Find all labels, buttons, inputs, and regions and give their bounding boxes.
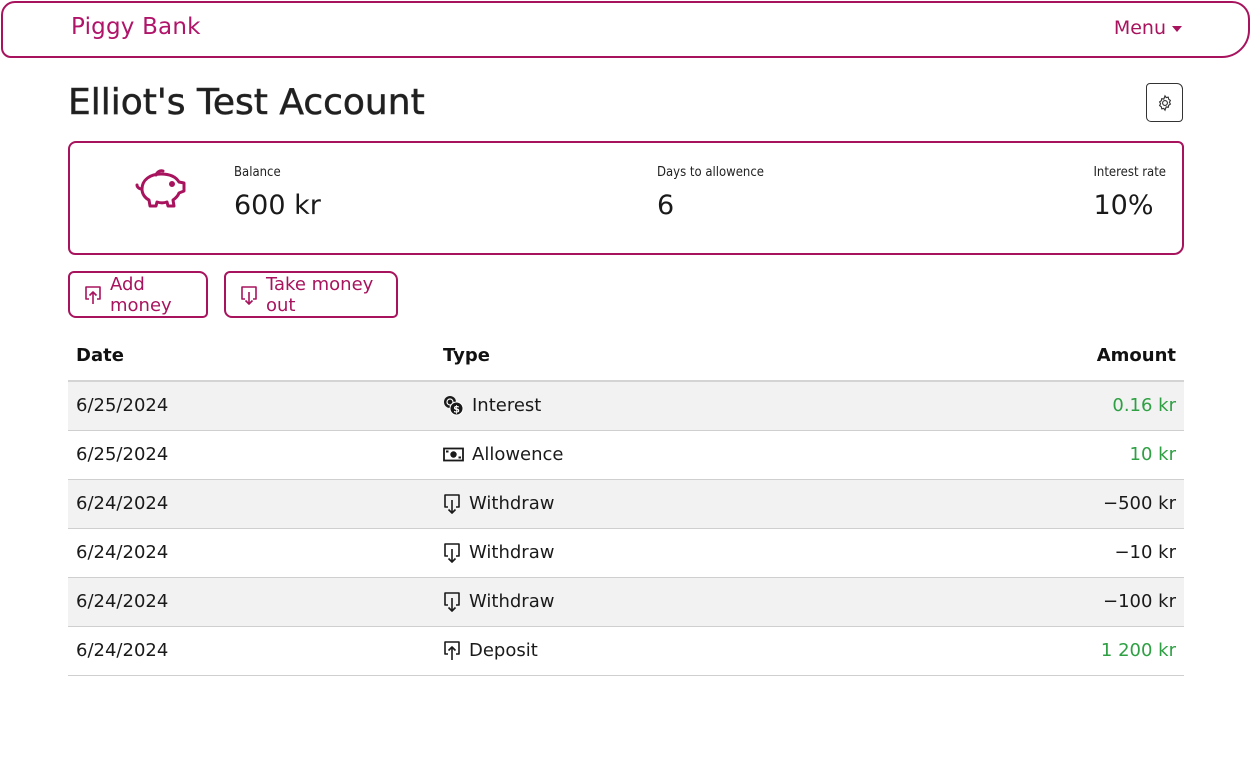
- date-column-header: Date: [68, 331, 435, 382]
- amount-cell: 0.16 kr: [995, 381, 1184, 431]
- table-row: 6/24/2024 Withdraw −10 kr: [68, 528, 1184, 578]
- account-summary-card: Balance 600 kr Days to allowence 6 Inter…: [68, 141, 1184, 255]
- add-money-label: Add money: [110, 273, 172, 316]
- table-header-row: Date Type Amount: [68, 331, 1184, 382]
- table-row: 6/25/2024 Allowence 10 kr: [68, 430, 1184, 480]
- type-label: Withdraw: [469, 591, 555, 612]
- type-cell: Withdraw: [435, 577, 995, 627]
- withdraw-icon: [443, 493, 461, 514]
- transactions-body: 6/25/2024 $ Interest 0.16 kr 6/25/2024 A…: [68, 381, 1184, 676]
- gear-icon: [1156, 94, 1174, 112]
- balance-value: 600 kr: [234, 190, 321, 221]
- page-title: Elliot's Test Account: [68, 82, 425, 124]
- date-cell: 6/25/2024: [68, 430, 435, 480]
- amount-cell: −100 kr: [995, 577, 1184, 627]
- amount-cell: 1 200 kr: [995, 626, 1184, 676]
- type-cell: $ Interest: [435, 381, 995, 431]
- days-value: 6: [657, 190, 675, 221]
- date-cell: 6/24/2024: [68, 626, 435, 676]
- deposit-icon: [84, 285, 102, 305]
- menu-button[interactable]: Menu: [1114, 17, 1182, 39]
- rate-value: 10%: [1093, 190, 1154, 221]
- type-label: Deposit: [469, 640, 538, 661]
- piggy-bank-icon: [134, 167, 188, 213]
- navbar: Piggy Bank Menu: [1, 1, 1250, 58]
- amount-cell: −10 kr: [995, 528, 1184, 578]
- balance-stat: Balance 600 kr: [234, 165, 321, 221]
- transactions-table: Date Type Amount 6/25/2024 $ Interest 0.…: [68, 331, 1184, 676]
- type-cell: Withdraw: [435, 479, 995, 529]
- type-label: Allowence: [472, 444, 564, 465]
- add-money-button[interactable]: Add money: [68, 271, 208, 318]
- type-cell: Withdraw: [435, 528, 995, 578]
- take-money-out-button[interactable]: Take money out: [224, 271, 398, 318]
- type-column-header: Type: [435, 331, 995, 382]
- withdraw-icon: [240, 285, 258, 305]
- balance-label: Balance: [234, 165, 281, 180]
- table-row: 6/24/2024 Withdraw −500 kr: [68, 479, 1184, 529]
- date-cell: 6/24/2024: [68, 528, 435, 578]
- menu-label: Menu: [1113, 17, 1166, 39]
- date-cell: 6/24/2024: [68, 479, 435, 529]
- cash-icon: [443, 447, 464, 462]
- svg-text:$: $: [453, 405, 460, 416]
- type-cell: Deposit: [435, 626, 995, 676]
- type-label: Interest: [472, 395, 542, 417]
- brand-logo[interactable]: Piggy Bank: [71, 14, 201, 40]
- table-row: 6/25/2024 $ Interest 0.16 kr: [68, 381, 1184, 431]
- type-label: Withdraw: [469, 542, 555, 563]
- rate-label: Interest rate: [1093, 165, 1166, 180]
- amount-column-header: Amount: [995, 331, 1184, 382]
- days-to-allowance-stat: Days to allowence 6: [657, 165, 764, 221]
- take-money-label: Take money out: [266, 273, 374, 316]
- withdraw-icon: [443, 542, 461, 563]
- withdraw-icon: [443, 591, 461, 612]
- amount-cell: 10 kr: [995, 430, 1184, 480]
- table-row: 6/24/2024 Deposit 1 200 kr: [68, 626, 1184, 676]
- days-label: Days to allowence: [657, 165, 764, 180]
- date-cell: 6/25/2024: [68, 381, 435, 431]
- table-row: 6/24/2024 Withdraw −100 kr: [68, 577, 1184, 627]
- deposit-icon: [443, 640, 461, 661]
- type-cell: Allowence: [435, 430, 995, 480]
- caret-down-icon: [1172, 26, 1182, 32]
- date-cell: 6/24/2024: [68, 577, 435, 627]
- interest-rate-stat: Interest rate 10%: [1093, 165, 1166, 221]
- settings-button[interactable]: [1146, 83, 1183, 122]
- amount-cell: −500 kr: [995, 479, 1184, 529]
- coins-icon: $: [443, 395, 464, 416]
- type-label: Withdraw: [469, 493, 555, 514]
